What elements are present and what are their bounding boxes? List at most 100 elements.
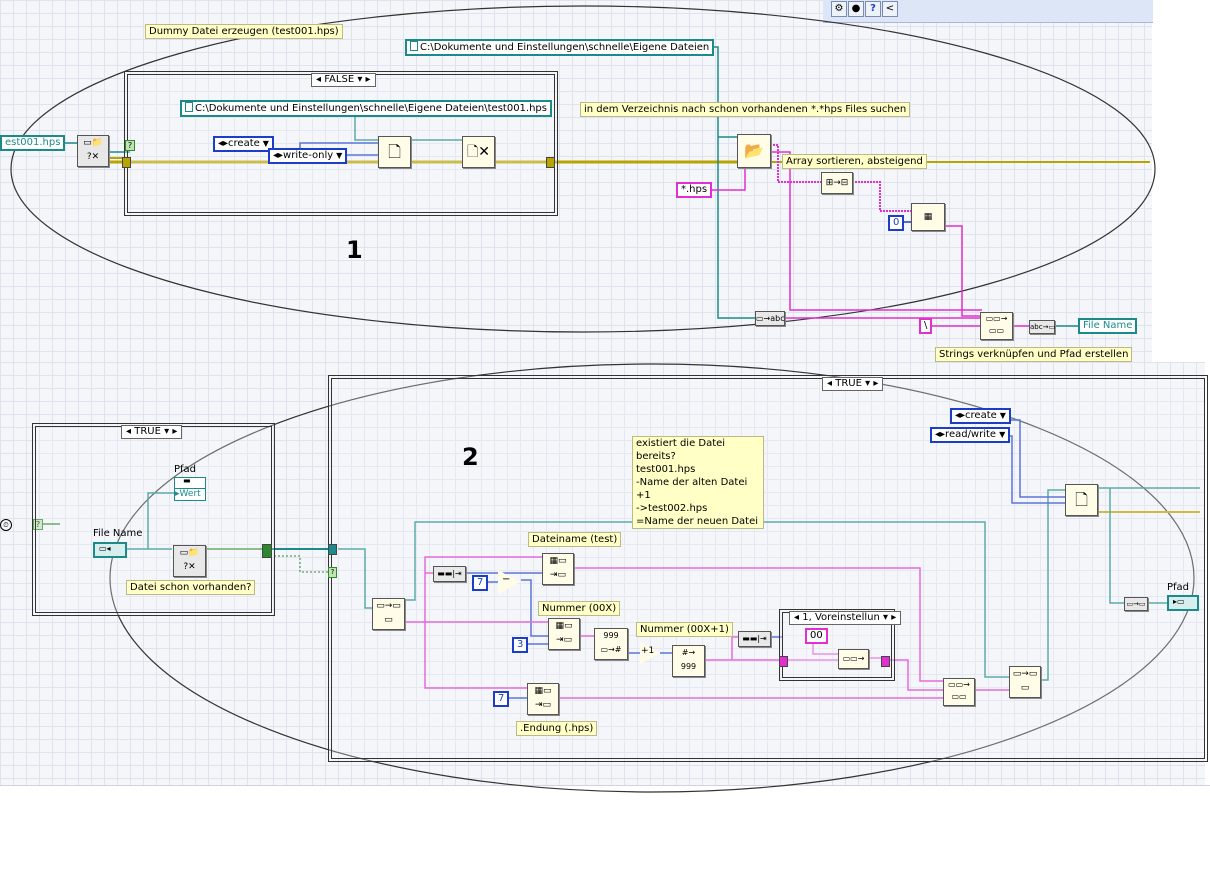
enum-write-only-label: write-only	[283, 150, 334, 161]
close-file-node[interactable]: 🗋✕	[462, 136, 495, 168]
file-name-label: File Name	[93, 528, 143, 539]
strip-path-node[interactable]: ▭→▭ ▭	[372, 598, 405, 630]
pfad-out-label: Pfad	[1167, 582, 1190, 593]
build-path-node[interactable]: ▭→▭ ▭	[1009, 666, 1041, 698]
index-constant[interactable]: 0	[888, 215, 905, 231]
const-7a[interactable]: 7	[472, 575, 489, 591]
bool-tunnel-out	[262, 544, 272, 558]
strip-path-icon: ▭→▭ ▭	[376, 601, 401, 625]
case-structure-padding[interactable]: ◂ 1, Voreinstellun ▾ ▸	[779, 609, 902, 681]
wert-property[interactable]: ▸Wert	[174, 488, 206, 501]
boolean-const-icon: ?	[125, 140, 135, 151]
enum-arrows-icon: ◂▸	[218, 138, 229, 149]
folder-icon: ▭📁 ?✕	[83, 138, 103, 162]
index-array-node[interactable]: ▦	[911, 203, 945, 231]
const-00[interactable]: 00	[805, 628, 828, 644]
path-constant-directory-text: C:\Dokumente und Einstellungen\schnelle\…	[420, 42, 710, 53]
open-file-node[interactable]: 🗋	[1065, 484, 1098, 516]
label-nummer: Nummer (00X)	[538, 601, 621, 616]
label-dateiname: Dateiname (test)	[528, 532, 622, 547]
property-icon: ▬	[183, 476, 191, 485]
path-tunnel-in	[328, 544, 337, 555]
string-to-path-icon: abc→▭	[1030, 323, 1056, 331]
new-file-icon: 🗋	[1075, 490, 1088, 509]
chevron-down-icon[interactable]: ▾	[865, 378, 870, 389]
chevron-left-icon[interactable]: ◂	[827, 378, 832, 389]
index-array-icon: ▦	[923, 212, 933, 222]
number-to-decimal-string-node[interactable]: #→ 999	[672, 645, 705, 677]
chevron-down-icon: ▼	[999, 430, 1006, 439]
concatenate-strings-node[interactable]: ▭▭→ ▭▭	[980, 312, 1013, 340]
chevron-left-icon[interactable]: ◂	[794, 612, 799, 623]
plus-one-icon: +1	[641, 646, 655, 656]
enum-arrows-icon: ◂▸	[955, 410, 966, 421]
file-dialog-node[interactable]: ▭📁 ?✕	[77, 135, 109, 167]
chevron-down-icon: ▼	[262, 139, 269, 148]
list-folder-node[interactable]: 📂	[737, 134, 771, 168]
increment-node[interactable]: +1	[640, 642, 660, 664]
pattern-constant[interactable]: *.hps	[676, 182, 713, 198]
file-exists-dialog-node[interactable]: ▭📁 ?✕	[173, 545, 206, 577]
path-constant-directory[interactable]: C:\Dokumente und Einstellungen\schnelle\…	[405, 39, 715, 56]
open-create-replace-file-node[interactable]: 🗋	[378, 136, 411, 168]
chevron-down-icon[interactable]: ▾	[164, 426, 169, 437]
enum-arrows-icon: ◂▸	[273, 150, 284, 161]
path-constant-file[interactable]: C:\Dokumente und Einstellungen\schnelle\…	[180, 100, 552, 117]
enum-read-write[interactable]: ◂▸read/write ▼	[930, 427, 1011, 443]
chevron-right-icon[interactable]: ▸	[366, 74, 371, 85]
enum-write-only[interactable]: ◂▸write-only ▼	[268, 148, 348, 164]
concat-inner-node[interactable]: ▭▭→	[838, 649, 869, 669]
section-number-1: 1	[346, 236, 363, 264]
case-selector[interactable]: ◂ TRUE ▾ ▸	[121, 425, 183, 439]
comment-concat: Strings verknüpfen und Pfad erstellen	[935, 347, 1133, 362]
path-to-string-node-2[interactable]: ▭→▭	[1124, 597, 1148, 611]
chevron-down-icon[interactable]: ▾	[883, 612, 888, 623]
comment-dummy-file: Dummy Datei erzeugen (test001.hps)	[145, 24, 343, 39]
backslash-constant[interactable]: \	[919, 318, 933, 334]
enum-create[interactable]: ◂▸create ▼	[950, 408, 1011, 424]
string-length-node-2[interactable]: ▬▬|⇥	[738, 631, 771, 647]
string-length-node[interactable]: ▬▬|⇥	[433, 566, 466, 582]
subtract-node[interactable]: −	[498, 570, 520, 594]
chevron-left-icon[interactable]: ◂	[316, 74, 321, 85]
selector-terminal-icon: ?	[328, 567, 337, 578]
file-path-control[interactable]: est001.hps	[0, 135, 66, 151]
const-7b[interactable]: 7	[493, 691, 510, 707]
string-subset-node-number[interactable]: ▦▭ ⇥▭	[548, 618, 580, 650]
file-name-indicator: File Name	[1078, 318, 1138, 334]
case-selector[interactable]: ◂ 1, Voreinstellun ▾ ▸	[789, 611, 902, 625]
pfad-label: Pfad	[174, 464, 197, 475]
case-selector[interactable]: ◂ FALSE ▾ ▸	[311, 73, 376, 87]
folder-list-icon: 📂	[744, 141, 764, 160]
chevron-left-icon[interactable]: ◂	[126, 426, 131, 437]
chevron-right-icon[interactable]: ▸	[172, 426, 177, 437]
chevron-right-icon[interactable]: ▸	[873, 378, 878, 389]
chevron-right-icon[interactable]: ▸	[891, 612, 896, 623]
case-selector-label: FALSE	[324, 74, 355, 85]
string-length-icon: ▬▬|⇥	[742, 634, 767, 643]
chevron-down-icon[interactable]: ▾	[357, 74, 362, 85]
const-3[interactable]: 3	[512, 637, 529, 653]
label-nummer-plus: Nummer (00X+1)	[636, 622, 733, 637]
string-subset-node-ending[interactable]: ▦▭ ⇥▭	[527, 683, 559, 715]
case-selector[interactable]: ◂ TRUE ▾ ▸	[822, 377, 884, 391]
decimal-string-to-number-node[interactable]: 999 ▭→#	[594, 628, 628, 660]
sort-array-node[interactable]: ⊞→⊟	[821, 172, 853, 194]
path-to-string-node[interactable]: ▭→abc	[755, 311, 785, 326]
file-name-control[interactable]: ▭◂	[93, 542, 127, 558]
pfad-property-node[interactable]: ▸▭	[1167, 595, 1199, 611]
string-subset-node-name[interactable]: ▦▭ ⇥▭	[542, 553, 574, 585]
concat-filename-node[interactable]: ▭▭→ ▭▭	[943, 678, 975, 706]
path-constant-file-text: C:\Dokumente und Einstellungen\schnelle\…	[195, 103, 547, 114]
minus-icon: −	[502, 574, 511, 585]
concat-icon: ▭▭→ ▭▭	[985, 314, 1008, 335]
enum-create[interactable]: ◂▸create ▼	[213, 136, 274, 152]
number-to-string-icon: #→ 999	[680, 648, 697, 671]
string-subset-icon: ▦▭ ⇥▭	[534, 686, 552, 710]
concat-icon: ▭▭→	[842, 654, 865, 663]
sort-icon: ⊞→⊟	[825, 178, 849, 188]
string-to-path-node[interactable]: abc→▭	[1029, 320, 1055, 334]
chevron-down-icon: ▼	[999, 411, 1006, 420]
comment-sort: Array sortieren, absteigend	[782, 154, 927, 169]
path-icon: ▸▭	[1173, 597, 1185, 606]
